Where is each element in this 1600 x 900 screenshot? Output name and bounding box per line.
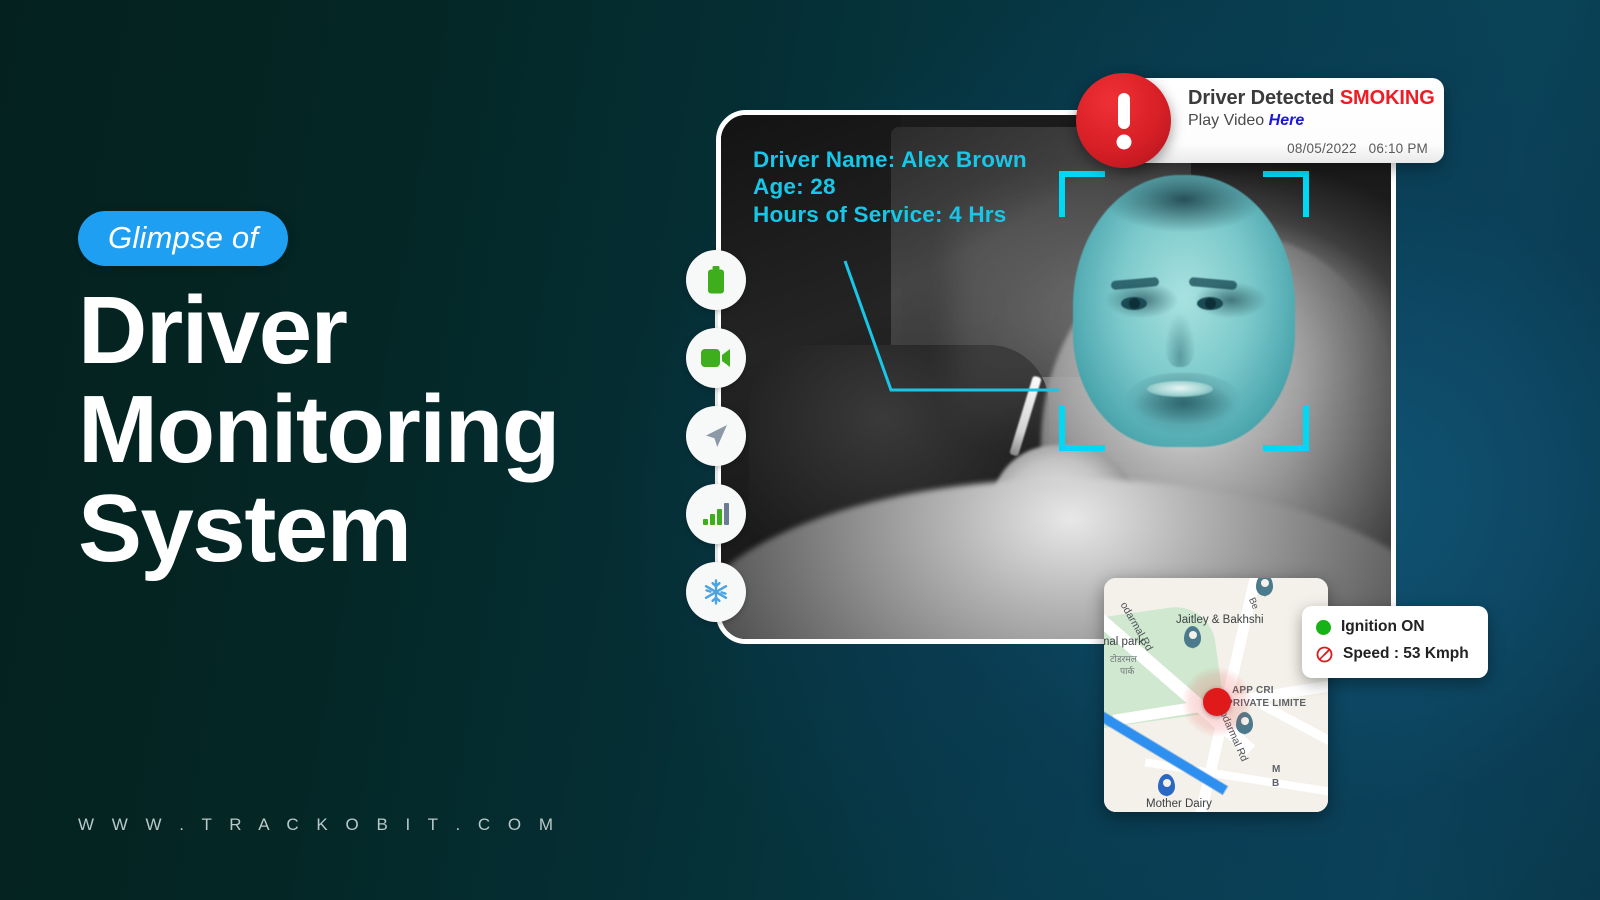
rail-item-battery[interactable] xyxy=(686,250,746,310)
play-video-link[interactable]: Here xyxy=(1269,112,1305,129)
map-label-poi-3b: B xyxy=(1272,778,1280,789)
site-url: W W W . T R A C K O B I T . C O M xyxy=(78,815,560,834)
video-camera-icon xyxy=(701,349,730,367)
vehicle-status-card: Ignition ON Speed : 53 Kmph xyxy=(1302,606,1488,678)
glimpse-badge: Glimpse of xyxy=(78,211,289,266)
alert-title-prefix: Driver Detected xyxy=(1188,87,1340,109)
alert-title: Driver Detected SMOKING xyxy=(1188,87,1435,110)
rail-item-signal[interactable] xyxy=(686,484,746,544)
nose xyxy=(1165,315,1195,367)
poster-stage: Glimpse of Driver Monitoring System W W … xyxy=(0,0,1600,900)
speed-status-label: Speed : 53 Kmph xyxy=(1343,645,1469,662)
driver-info-overlay: Driver Name: Alex Brown Age: 28 Hours of… xyxy=(753,147,1027,227)
bracket-corner-top-right-icon xyxy=(1263,171,1309,217)
bracket-corner-bottom-right-icon xyxy=(1263,405,1309,451)
mouth xyxy=(1147,381,1213,397)
map-label-poi-2: Mother Dairy xyxy=(1146,798,1212,810)
status-icon-rail xyxy=(686,250,746,630)
map-pin-store-icon[interactable] xyxy=(1158,774,1175,797)
bracket-corner-top-left-icon xyxy=(1059,171,1105,217)
smoking-alert-card[interactable]: Driver Detected SMOKING Play Video Here … xyxy=(1076,73,1444,168)
snowflake-icon xyxy=(704,579,728,605)
alert-subtitle: Play Video Here xyxy=(1188,112,1428,130)
vehicle-marker[interactable] xyxy=(1203,688,1231,716)
signal-bars-icon xyxy=(703,503,729,525)
rail-item-video[interactable] xyxy=(686,328,746,388)
rail-item-temperature[interactable] xyxy=(686,562,746,622)
rail-item-navigation[interactable] xyxy=(686,406,746,466)
alert-title-highlight: SMOKING xyxy=(1339,87,1435,109)
driver-camera-panel: Driver Name: Alex Brown Age: 28 Hours of… xyxy=(716,110,1396,644)
alert-date: 08/05/2022 xyxy=(1287,141,1357,156)
exclamation-alert-icon xyxy=(1076,73,1171,168)
battery-icon xyxy=(708,266,724,294)
eye-left xyxy=(1121,297,1147,310)
green-dot-icon xyxy=(1316,619,1331,635)
speedometer-icon xyxy=(1316,646,1333,662)
page-title: Driver Monitoring System xyxy=(78,277,560,582)
alert-timestamp: 08/05/2022 06:10 PM xyxy=(1287,141,1428,156)
map-label-poi-1: Jaitley & Bakhshi xyxy=(1176,614,1264,626)
eyebrow-left xyxy=(1110,276,1160,291)
face-detection-box xyxy=(1059,171,1309,451)
navigation-arrow-icon xyxy=(706,425,727,447)
eyebrow-right xyxy=(1188,276,1238,291)
map-label-park-hindi-2: पार्क xyxy=(1120,666,1135,676)
map-label-park: rmal park xyxy=(1104,636,1144,648)
alert-time-value: 06:10 PM xyxy=(1368,141,1428,156)
status-row-ignition: Ignition ON xyxy=(1316,618,1488,636)
map-pin-icon[interactable] xyxy=(1256,578,1273,597)
eye-right xyxy=(1197,297,1223,310)
ignition-status-label: Ignition ON xyxy=(1341,618,1425,635)
map-label-poi-3a: M xyxy=(1272,764,1281,775)
alert-sub-prefix: Play Video xyxy=(1188,112,1269,129)
bracket-corner-bottom-left-icon xyxy=(1059,405,1105,451)
driver-face xyxy=(1073,175,1295,447)
map-pin-icon[interactable] xyxy=(1184,626,1201,649)
status-row-speed: Speed : 53 Kmph xyxy=(1316,645,1488,663)
location-map-card[interactable]: odarmal Rd rmal park टोडरमल पार्क Jaitle… xyxy=(1104,578,1328,812)
